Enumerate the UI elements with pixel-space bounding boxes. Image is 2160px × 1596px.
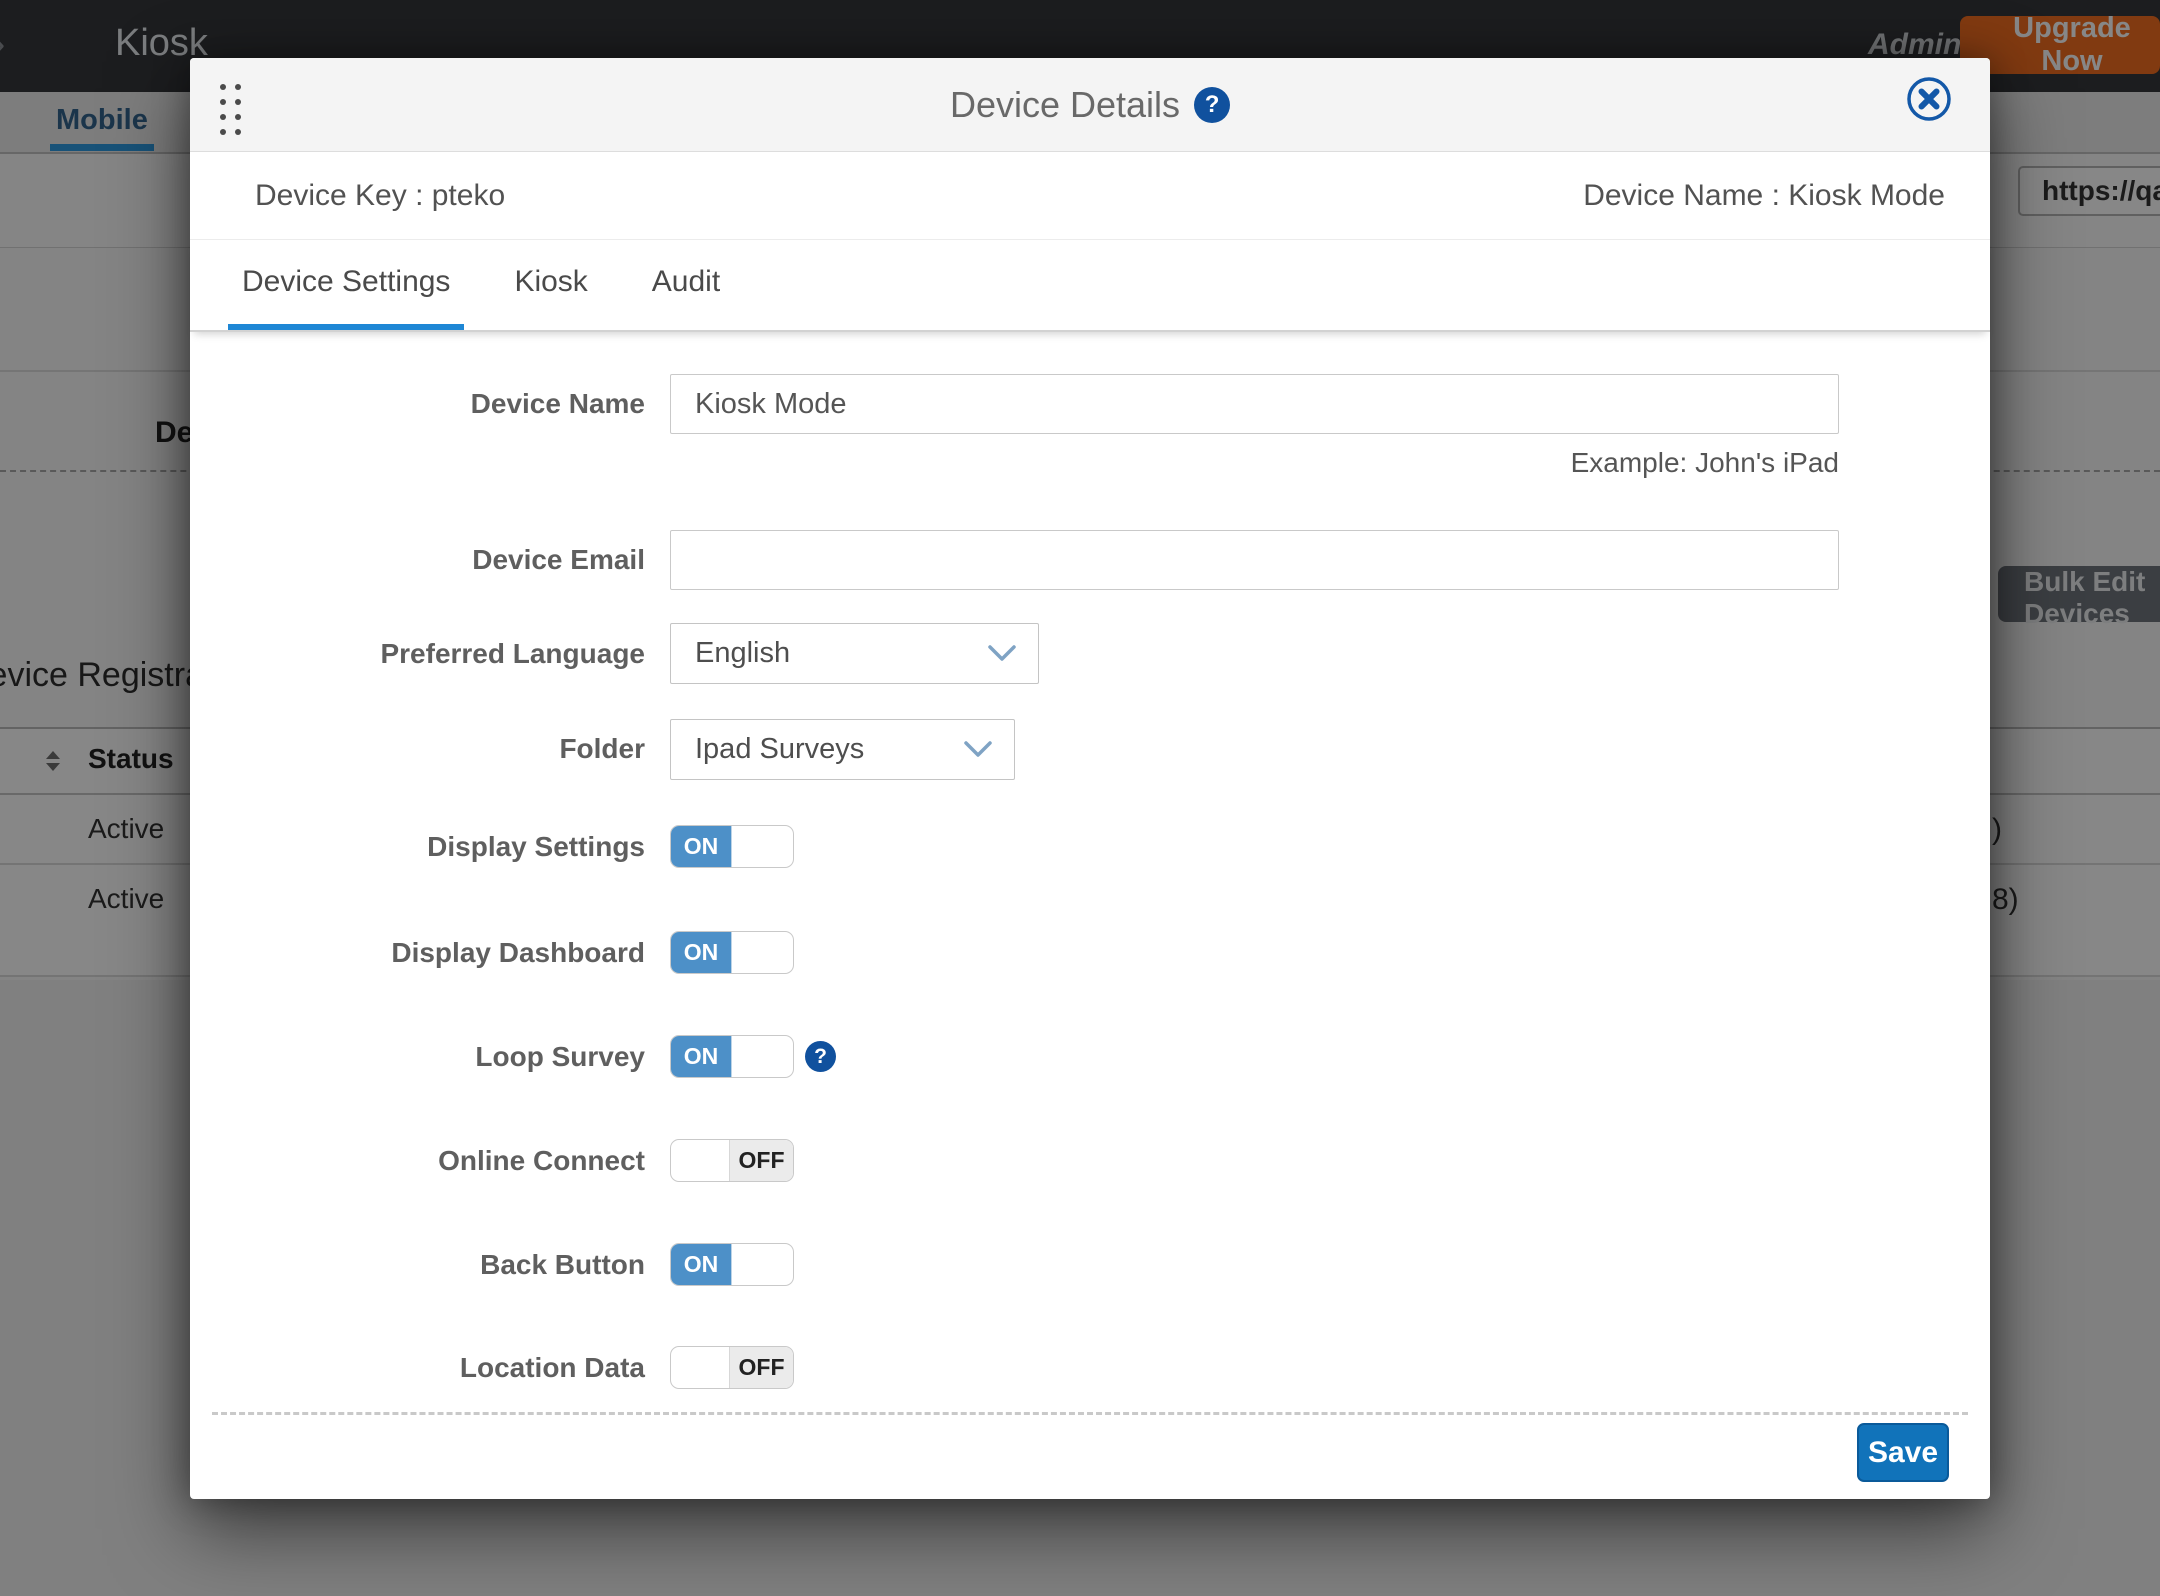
location-data-row: Location Data OFF — [190, 1346, 1990, 1389]
back-button-row: Back Button ON — [190, 1243, 1990, 1286]
display-settings-row: Display Settings ON — [190, 825, 1990, 868]
display-settings-toggle[interactable]: ON — [670, 825, 794, 868]
tab-device-settings[interactable]: Device Settings — [228, 240, 464, 330]
modal-subheader: Device Key : pteko Device Name : Kiosk M… — [190, 152, 1990, 240]
back-button-toggle[interactable]: ON — [670, 1243, 794, 1286]
modal-title: Device Details — [950, 84, 1180, 126]
device-email-row: Device Email — [190, 530, 1990, 590]
toggle-state: ON — [671, 826, 732, 867]
location-data-toggle[interactable]: OFF — [670, 1346, 794, 1389]
loop-survey-help-icon[interactable]: ? — [805, 1041, 836, 1072]
folder-row: Folder Ipad Surveys — [190, 718, 1990, 780]
folder-value: Ipad Surveys — [695, 733, 864, 766]
device-name-text: Device Name : Kiosk Mode — [1583, 179, 1945, 213]
device-key-text: Device Key : pteko — [255, 179, 505, 213]
help-icon[interactable]: ? — [1194, 87, 1230, 123]
device-name-label: Device Name — [190, 388, 645, 420]
folder-select[interactable]: Ipad Surveys — [670, 719, 1015, 780]
location-data-label: Location Data — [190, 1352, 645, 1384]
device-email-input[interactable] — [670, 530, 1839, 590]
modal-tabs: Device Settings Kiosk Audit — [190, 240, 1990, 332]
display-dashboard-toggle[interactable]: ON — [670, 931, 794, 974]
chevron-down-icon — [964, 741, 992, 758]
display-dashboard-label: Display Dashboard — [190, 937, 645, 969]
device-name-helper: Example: John's iPad — [670, 447, 1839, 479]
loop-survey-toggle[interactable]: ON — [670, 1035, 794, 1078]
preferred-language-select[interactable]: English — [670, 623, 1039, 684]
modal-header: Device Details ? — [190, 58, 1990, 152]
screen: › Kiosk Admin Upgrade Now Mobile Device … — [0, 0, 2160, 1596]
device-name-row: Device Name — [190, 374, 1990, 434]
loop-survey-label: Loop Survey — [190, 1041, 645, 1073]
toggle-state: OFF — [729, 1347, 793, 1388]
device-email-label: Device Email — [190, 544, 645, 576]
display-settings-label: Display Settings — [190, 831, 645, 863]
online-connect-label: Online Connect — [190, 1145, 645, 1177]
tab-kiosk[interactable]: Kiosk — [500, 240, 601, 330]
display-dashboard-row: Display Dashboard ON — [190, 931, 1990, 974]
save-button[interactable]: Save — [1857, 1423, 1949, 1482]
online-connect-row: Online Connect OFF — [190, 1139, 1990, 1182]
toggle-state: OFF — [729, 1140, 793, 1181]
device-details-modal: Device Details ? Device Key : pteko Devi… — [190, 58, 1990, 1499]
preferred-language-value: English — [695, 637, 790, 670]
online-connect-toggle[interactable]: OFF — [670, 1139, 794, 1182]
toggle-state: ON — [671, 1036, 732, 1077]
toggle-state: ON — [671, 1244, 732, 1285]
toggle-state: ON — [671, 932, 732, 973]
preferred-language-label: Preferred Language — [190, 638, 645, 670]
modal-title-row: Device Details ? — [190, 58, 1990, 152]
preferred-language-row: Preferred Language English — [190, 623, 1990, 684]
back-button-label: Back Button — [190, 1249, 645, 1281]
folder-label: Folder — [190, 733, 645, 765]
close-icon[interactable] — [1905, 75, 1953, 123]
loop-survey-row: Loop Survey ON ? — [190, 1035, 1990, 1078]
tab-audit[interactable]: Audit — [638, 240, 734, 330]
chevron-down-icon — [988, 645, 1016, 662]
device-name-input[interactable] — [670, 374, 1839, 434]
footer-dashed-divider — [212, 1412, 1968, 1415]
